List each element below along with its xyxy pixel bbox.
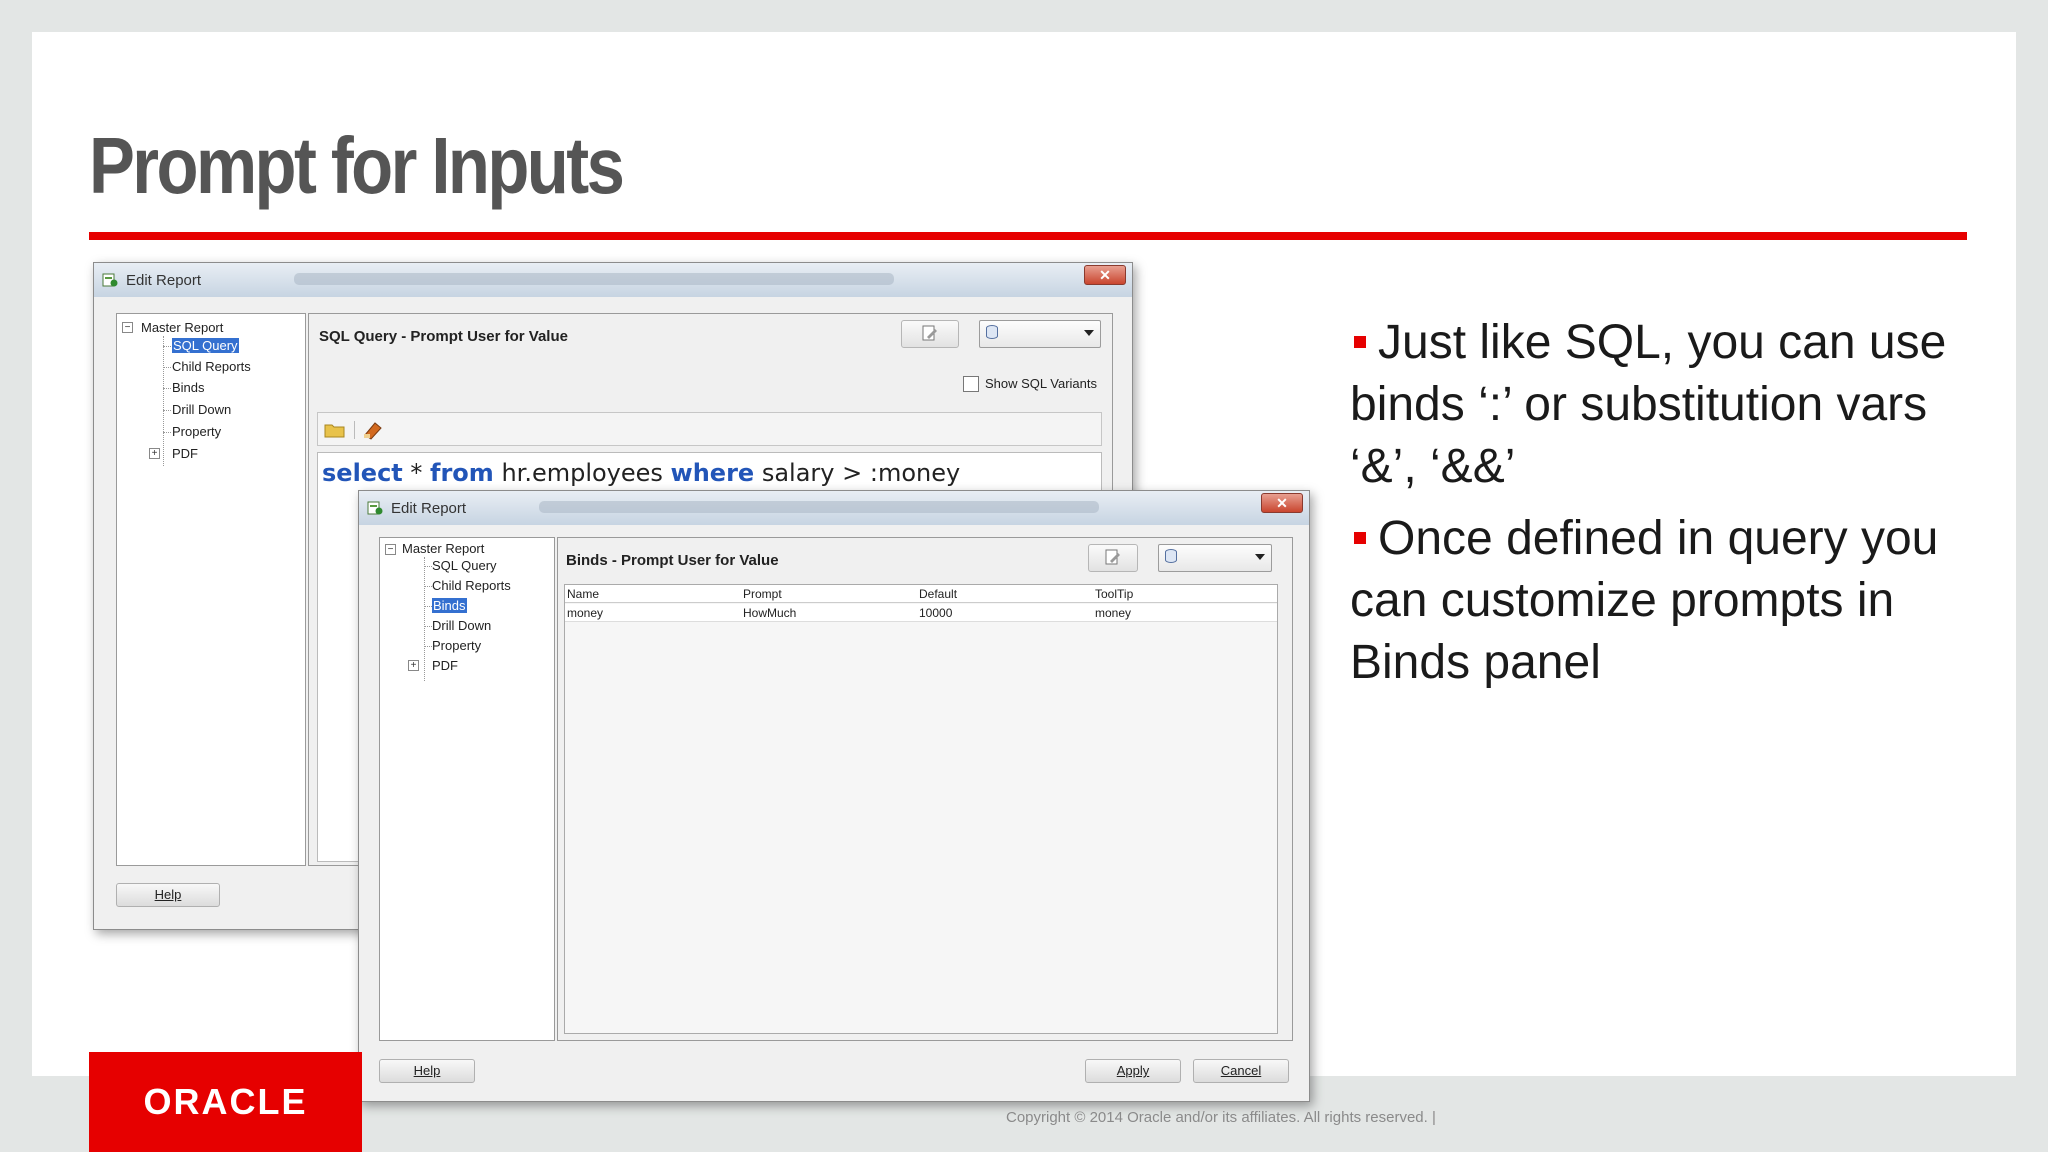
tree-item-child-reports[interactable]: Child Reports (172, 359, 251, 374)
panel-title: SQL Query - Prompt User for Value (319, 328, 568, 345)
binds-panel: Binds - Prompt User for Value Name Promp… (557, 537, 1293, 1041)
sql-text: salary > :money (754, 459, 961, 487)
bullet-square-icon (1354, 336, 1366, 348)
close-button[interactable]: ✕ (1084, 265, 1126, 285)
connection-select[interactable] (1158, 544, 1272, 572)
oracle-logo-text: ORACLE (143, 1081, 308, 1122)
sql-keyword: select (322, 459, 403, 487)
tree-root[interactable]: Master Report (402, 541, 484, 556)
edit-report-dialog-front: Edit Report ✕ − Master Report SQL Query … (358, 490, 1310, 1102)
blurred-taskbar (294, 273, 894, 285)
help-button[interactable]: Help (116, 883, 220, 907)
show-sql-variants-label: Show SQL Variants (985, 376, 1097, 391)
expand-icon[interactable]: + (408, 660, 419, 671)
edit-doc-icon (922, 325, 937, 341)
tree-line (163, 367, 171, 368)
column-header-name[interactable]: Name (567, 587, 599, 601)
slide-title: Prompt for Inputs (89, 121, 625, 210)
bullet-text: Just like SQL, you can use binds ‘:’ or … (1350, 316, 1947, 493)
bullet-text: Once defined in query you can customize … (1350, 512, 1939, 689)
show-sql-variants-checkbox[interactable] (963, 376, 979, 392)
help-button[interactable]: Help (379, 1059, 475, 1083)
cell-name[interactable]: money (567, 606, 603, 620)
binds-table: Name Prompt Default ToolTip money HowMuc… (564, 584, 1278, 1034)
report-icon (367, 500, 383, 516)
window-title: Edit Report (391, 499, 467, 517)
tree-item-drill-down[interactable]: Drill Down (172, 402, 231, 417)
tree-item-child-reports[interactable]: Child Reports (432, 578, 511, 593)
collapse-icon[interactable]: − (122, 322, 133, 333)
tree-line (163, 346, 171, 347)
cell-prompt[interactable]: HowMuch (743, 606, 796, 620)
bullet-list: Just like SQL, you can use binds ‘:’ or … (1350, 312, 2000, 704)
connection-select[interactable] (979, 320, 1101, 348)
panel-title: Binds - Prompt User for Value (566, 552, 779, 569)
window-title: Edit Report (126, 271, 202, 289)
column-header-default[interactable]: Default (919, 587, 957, 601)
table-row[interactable]: money HowMuch 10000 money (565, 604, 1277, 622)
report-tree: − Master Report SQL Query Child Reports … (116, 313, 306, 866)
title-bar: Edit Report ✕ (359, 491, 1309, 525)
refresh-button[interactable] (1088, 544, 1138, 572)
chevron-down-icon (1084, 330, 1094, 336)
cell-default[interactable]: 10000 (919, 606, 952, 620)
bullet-item: Just like SQL, you can use binds ‘:’ or … (1350, 312, 2000, 498)
database-icon (986, 325, 998, 339)
copyright-notice: Copyright © 2014 Oracle and/or its affil… (1006, 1109, 1436, 1126)
tree-item-drill-down[interactable]: Drill Down (432, 618, 491, 633)
database-icon (1165, 549, 1177, 563)
cancel-button[interactable]: Cancel (1193, 1059, 1289, 1083)
tree-line (424, 566, 432, 567)
close-button[interactable]: ✕ (1261, 493, 1303, 513)
tree-line (163, 432, 171, 433)
column-header-tooltip[interactable]: ToolTip (1095, 587, 1133, 601)
sql-text: hr.employees (493, 459, 671, 487)
open-folder-icon[interactable] (324, 421, 346, 439)
blurred-taskbar (539, 501, 1099, 513)
bullet-item: Once defined in query you can customize … (1350, 508, 2000, 694)
tree-item-property[interactable]: Property (172, 424, 221, 439)
tree-line (424, 586, 432, 587)
table-header-row: Name Prompt Default ToolTip (565, 585, 1277, 603)
title-underline (89, 232, 1967, 240)
report-icon (102, 272, 118, 288)
refresh-button[interactable] (901, 320, 959, 348)
tree-item-sql-query[interactable]: SQL Query (172, 338, 239, 353)
sql-keyword: where (670, 459, 755, 487)
tree-item-pdf[interactable]: PDF (432, 658, 458, 673)
tree-item-binds[interactable]: Binds (172, 380, 205, 395)
cell-tooltip[interactable]: money (1095, 606, 1131, 620)
tree-item-property[interactable]: Property (432, 638, 481, 653)
tree-line (424, 626, 432, 627)
eraser-icon[interactable] (362, 420, 384, 440)
tree-line (163, 410, 171, 411)
tree-line (163, 336, 164, 466)
bullet-square-icon (1354, 532, 1366, 544)
apply-button[interactable]: Apply (1085, 1059, 1181, 1083)
tree-line (163, 388, 171, 389)
editor-toolbar (317, 412, 1102, 446)
report-tree: − Master Report SQL Query Child Reports … (379, 537, 555, 1041)
sql-text: * (402, 459, 431, 487)
title-bar: Edit Report ✕ (94, 263, 1132, 297)
chevron-down-icon (1255, 554, 1265, 560)
expand-icon[interactable]: + (149, 448, 160, 459)
oracle-logo: ORACLE (89, 1052, 362, 1152)
tree-item-pdf[interactable]: PDF (172, 446, 198, 461)
tree-root[interactable]: Master Report (141, 320, 223, 335)
column-header-prompt[interactable]: Prompt (743, 587, 782, 601)
sql-keyword: from (430, 459, 494, 487)
tree-line (424, 557, 425, 681)
tree-item-binds[interactable]: Binds (432, 598, 467, 613)
tree-line (424, 646, 432, 647)
collapse-icon[interactable]: − (385, 544, 396, 555)
tree-item-sql-query[interactable]: SQL Query (432, 558, 497, 573)
toolbar-separator (354, 421, 355, 439)
tree-line (424, 606, 432, 607)
edit-doc-icon (1105, 549, 1120, 565)
